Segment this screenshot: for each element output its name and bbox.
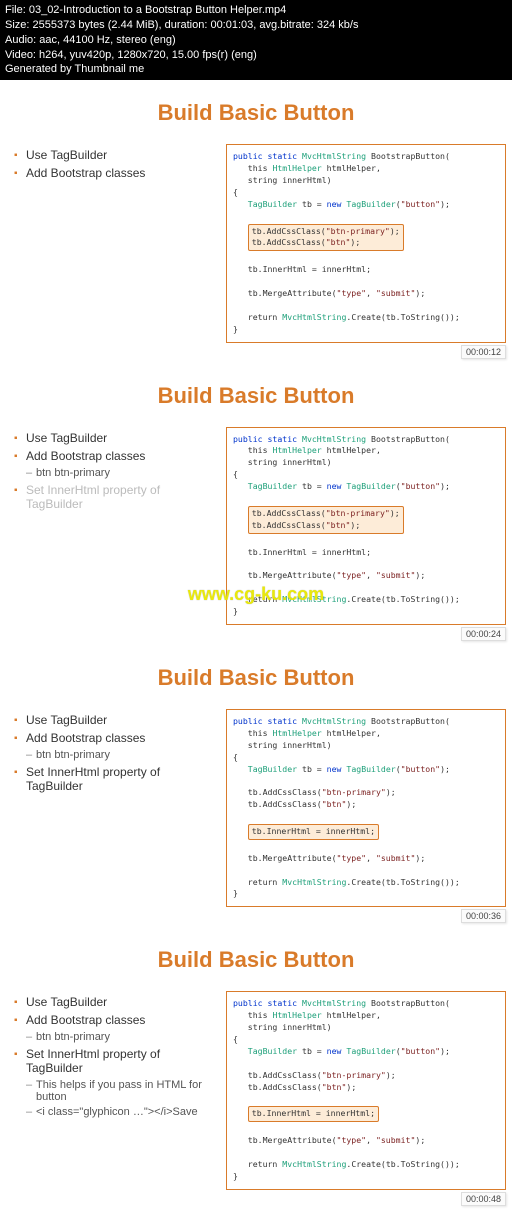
bullet-bootstrap: Add Bootstrap classes: [14, 731, 216, 745]
bullet-innerhtml: Set InnerHtml property of TagBuilder: [14, 1047, 216, 1075]
file-line: File: 03_02-Introduction to a Bootstrap …: [5, 3, 507, 18]
audio-line: Audio: aac, 44100 Hz, stereo (eng): [5, 33, 507, 48]
bullet-tagbuilder: Use TagBuilder: [14, 995, 216, 1009]
bullet-btn-classes: btn btn-primary: [14, 467, 216, 479]
highlight-innerhtml: tb.InnerHtml = innerHtml;: [248, 1106, 379, 1122]
code-sample: public static MvcHtmlString BootstrapBut…: [226, 991, 506, 1189]
thumbnail-frame-2: Build Basic Button Use TagBuilder Add Bo…: [0, 363, 512, 645]
timestamp-1: 00:00:12: [461, 345, 506, 359]
bullet-tagbuilder: Use TagBuilder: [14, 148, 216, 162]
slide-title: Build Basic Button: [6, 383, 506, 409]
code-sample: public static MvcHtmlString BootstrapBut…: [226, 144, 506, 342]
watermark: www.cg-ku.com: [188, 584, 324, 605]
bullet-btn-classes: btn btn-primary: [14, 749, 216, 761]
bullet-innerhtml: Set InnerHtml property of TagBuilder: [14, 765, 216, 793]
thumbnail-frame-1: Build Basic Button Use TagBuilder Add Bo…: [0, 80, 512, 362]
bullet-helps-html: This helps if you pass in HTML for butto…: [14, 1079, 216, 1103]
slide-title: Build Basic Button: [6, 665, 506, 691]
highlight-addcss: tb.AddCssClass("btn-primary"); tb.AddCss…: [248, 224, 404, 252]
bullet-list: Use TagBuilder Add Bootstrap classes btn…: [6, 709, 216, 797]
bullet-bootstrap: Add Bootstrap classes: [14, 166, 216, 180]
bullet-list: Use TagBuilder Add Bootstrap classes: [6, 144, 216, 184]
video-line: Video: h264, yuv420p, 1280x720, 15.00 fp…: [5, 48, 507, 63]
bullet-list: Use TagBuilder Add Bootstrap classes btn…: [6, 427, 216, 515]
bullet-btn-classes: btn btn-primary: [14, 1031, 216, 1043]
timestamp-2: 00:00:24: [461, 627, 506, 641]
code-sample: public static MvcHtmlString BootstrapBut…: [226, 709, 506, 907]
bullet-tagbuilder: Use TagBuilder: [14, 431, 216, 445]
bullet-bootstrap: Add Bootstrap classes: [14, 1013, 216, 1027]
thumbnail-frame-3: Build Basic Button Use TagBuilder Add Bo…: [0, 645, 512, 927]
bullet-glyphicon-sample: <i class="glyphicon …"></i>Save: [14, 1106, 216, 1118]
timestamp-3: 00:00:36: [461, 909, 506, 923]
bullet-bootstrap: Add Bootstrap classes: [14, 449, 216, 463]
slide-title: Build Basic Button: [6, 947, 506, 973]
size-line: Size: 2555373 bytes (2.44 MiB), duration…: [5, 18, 507, 33]
bullet-tagbuilder: Use TagBuilder: [14, 713, 216, 727]
bullet-list: Use TagBuilder Add Bootstrap classes btn…: [6, 991, 216, 1121]
bullet-innerhtml-dim: Set InnerHtml property of TagBuilder: [14, 483, 216, 511]
slide-title: Build Basic Button: [6, 100, 506, 126]
highlight-innerhtml: tb.InnerHtml = innerHtml;: [248, 824, 379, 840]
thumbnail-frame-4: Build Basic Button Use TagBuilder Add Bo…: [0, 927, 512, 1209]
video-metadata-header: File: 03_02-Introduction to a Bootstrap …: [0, 0, 512, 80]
generated-line: Generated by Thumbnail me: [5, 62, 507, 77]
timestamp-4: 00:00:48: [461, 1192, 506, 1206]
highlight-addcss: tb.AddCssClass("btn-primary"); tb.AddCss…: [248, 506, 404, 534]
